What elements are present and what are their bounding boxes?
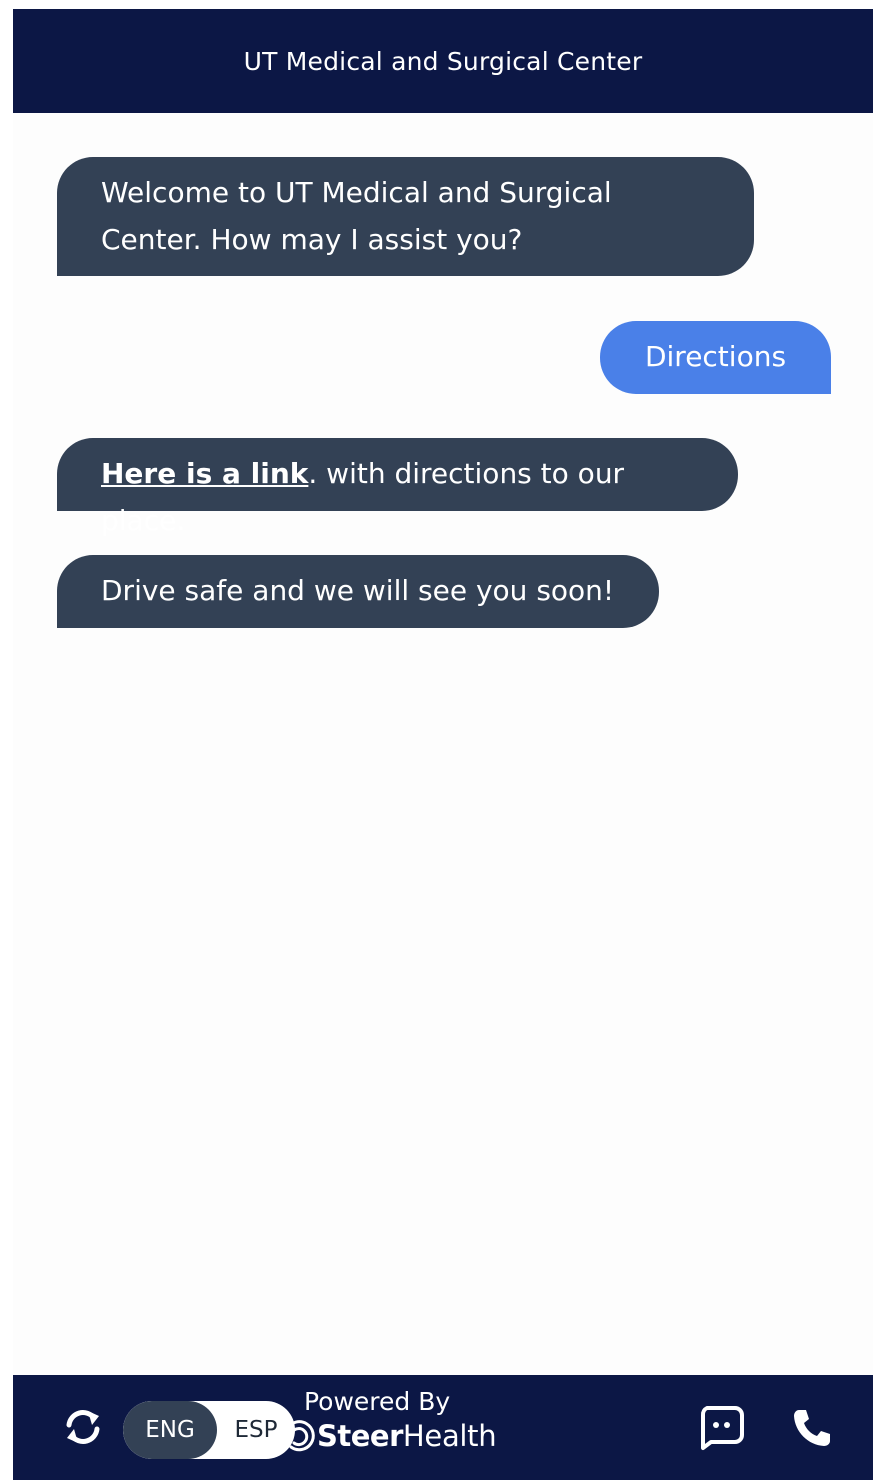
language-toggle[interactable]: ENG ESP — [123, 1401, 295, 1459]
brand-health: Health — [402, 1419, 497, 1453]
chat-transcript[interactable]: Welcome to UT Medical and Surgical Cente… — [13, 113, 873, 1375]
chat-footer: ENG ESP Powered By Steer Health — [13, 1375, 873, 1480]
bot-message: Here is a link. with directions to our p… — [57, 438, 738, 537]
steer-health-logo: Steer Health — [283, 1419, 503, 1453]
language-eng-label: ENG — [145, 1417, 195, 1443]
chat-header: UT Medical and Surgical Center — [13, 9, 873, 113]
language-option-eng[interactable]: ENG — [123, 1401, 217, 1459]
steer-health-logo-icon — [285, 1420, 315, 1452]
phone-icon[interactable] — [791, 1407, 833, 1449]
refresh-icon[interactable] — [61, 1405, 105, 1449]
header-title: UT Medical and Surgical Center — [243, 46, 643, 76]
bot-message: Drive safe and we will see you soon! — [57, 555, 659, 628]
chat-bubble-icon[interactable] — [697, 1405, 745, 1451]
bot-message-text: Welcome to UT Medical and Surgical Cente… — [101, 176, 612, 256]
directions-link[interactable]: Here is a link — [101, 457, 308, 490]
bot-message-text: Drive safe and we will see you soon! — [101, 574, 615, 607]
chat-widget: UT Medical and Surgical Center Welcome t… — [13, 9, 873, 1480]
powered-by: Powered By Steer Health — [283, 1387, 503, 1453]
powered-by-label: Powered By — [304, 1387, 451, 1416]
user-message-text: Directions — [644, 340, 787, 373]
brand-steer: Steer — [317, 1419, 403, 1453]
bot-message: Welcome to UT Medical and Surgical Cente… — [57, 157, 754, 276]
user-message: Directions — [600, 321, 831, 394]
language-esp-label: ESP — [234, 1417, 278, 1443]
